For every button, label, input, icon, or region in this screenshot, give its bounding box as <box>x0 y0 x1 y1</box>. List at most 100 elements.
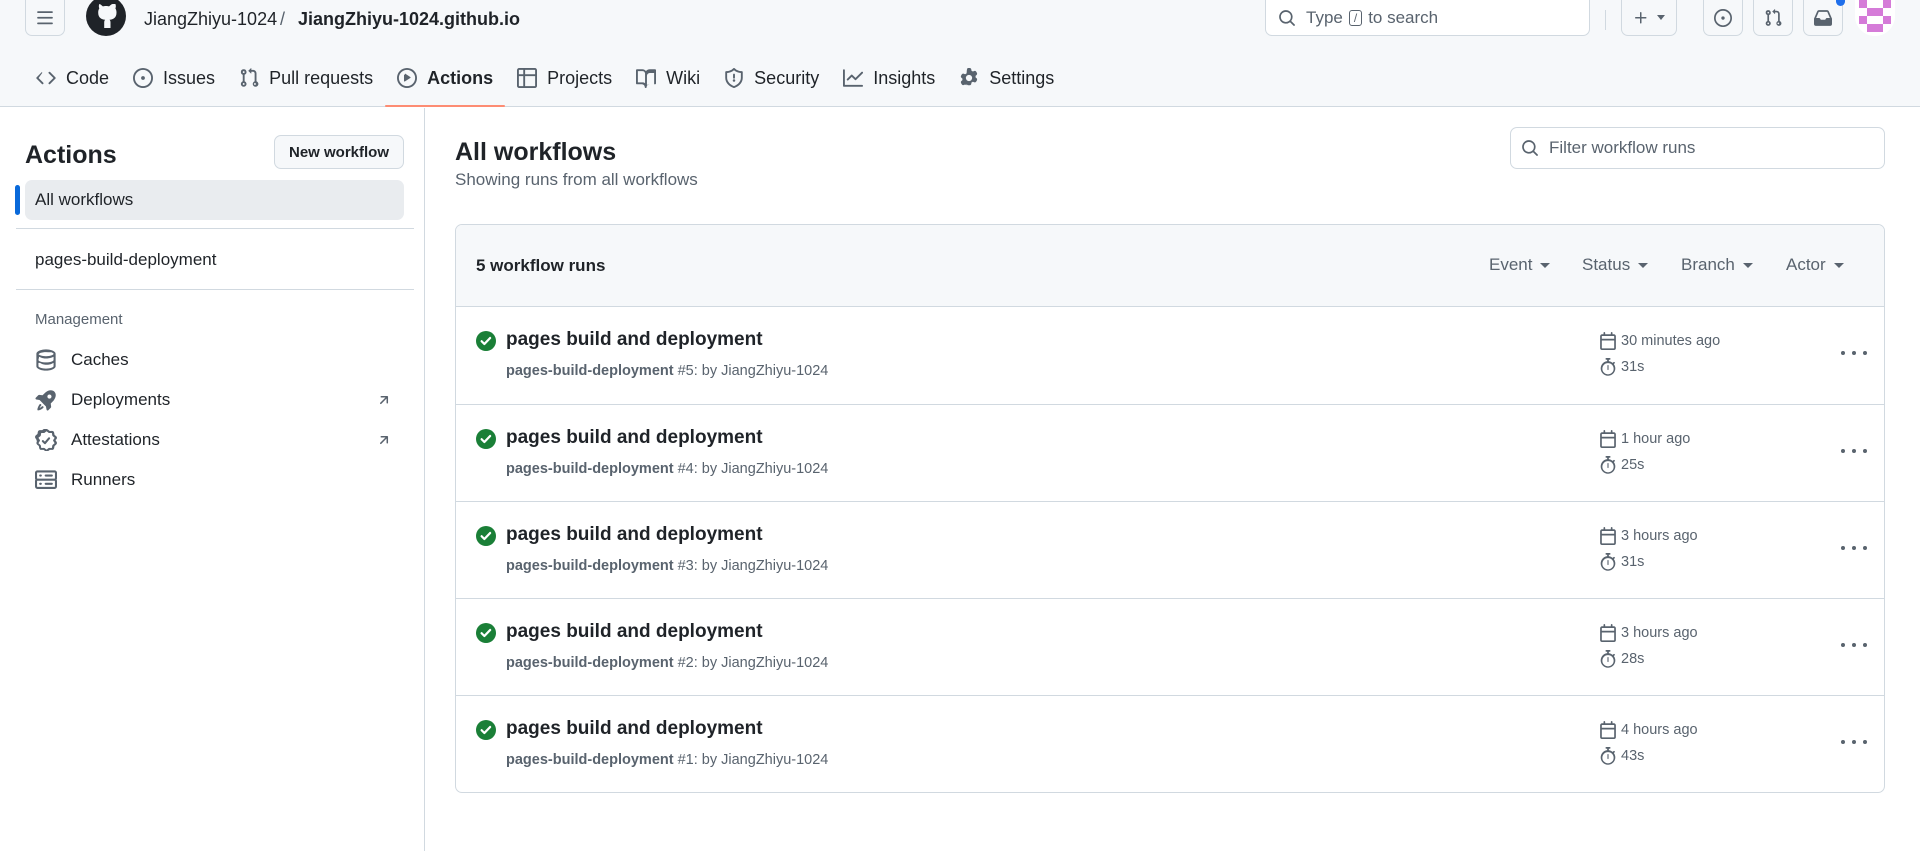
run-actor: : by JiangZhiyu-1024 <box>693 558 829 574</box>
avatar[interactable] <box>1855 0 1895 36</box>
sidebar-item-deployments[interactable]: Deployments <box>25 380 404 420</box>
check-circle-icon <box>476 429 496 449</box>
dropdown-label: Status <box>1582 255 1631 274</box>
repo-nav: Code Issues Pull requests Actions Projec… <box>24 60 1066 108</box>
table-row[interactable]: pages build and deployment pages-build-d… <box>456 695 1884 792</box>
tab-code[interactable]: Code <box>24 60 121 96</box>
table-row[interactable]: pages build and deployment pages-build-d… <box>456 404 1884 501</box>
tab-wiki[interactable]: Wiki <box>624 60 712 96</box>
calendar-icon <box>1600 430 1616 448</box>
run-meta: pages-build-deployment #2: by JiangZhiyu… <box>506 655 828 671</box>
dropdown-label: Event <box>1489 255 1533 274</box>
run-meta: pages-build-deployment #1: by JiangZhiyu… <box>506 752 828 768</box>
run-title[interactable]: pages build and deployment <box>506 329 763 351</box>
filter-workflow-runs-input[interactable]: Filter workflow runs <box>1510 127 1885 169</box>
table-row[interactable]: pages build and deployment pages-build-d… <box>456 307 1884 404</box>
run-number: #5 <box>677 363 694 379</box>
sidebar-item-runners[interactable]: Runners <box>25 460 404 500</box>
check-circle-icon <box>476 623 496 643</box>
run-duration-label: 28s <box>1621 651 1645 667</box>
stopwatch-icon <box>1600 553 1616 571</box>
run-title[interactable]: pages build and deployment <box>506 621 763 643</box>
event-filter-dropdown[interactable]: Event <box>1489 255 1551 275</box>
pull-requests-button[interactable] <box>1753 0 1793 36</box>
book-icon <box>636 69 657 88</box>
check-circle-icon <box>476 331 496 351</box>
stopwatch-icon <box>1600 650 1616 668</box>
tab-security[interactable]: Security <box>712 60 831 96</box>
pull-request-icon <box>1765 8 1782 26</box>
check-circle-icon <box>476 720 496 740</box>
kebab-menu-icon[interactable] <box>1841 441 1867 461</box>
sidebar-item-label: Caches <box>71 350 129 369</box>
tab-insights[interactable]: Insights <box>831 60 947 96</box>
kebab-menu-icon[interactable] <box>1841 732 1867 752</box>
shield-icon <box>725 68 743 88</box>
menu-button[interactable] <box>25 0 65 36</box>
table-row[interactable]: pages build and deployment pages-build-d… <box>456 598 1884 695</box>
run-meta: pages-build-deployment #5: by JiangZhiyu… <box>506 363 828 379</box>
run-number: #1 <box>677 752 694 768</box>
calendar-icon <box>1600 721 1616 739</box>
run-title[interactable]: pages build and deployment <box>506 718 763 740</box>
tab-pull-requests[interactable]: Pull requests <box>227 60 385 96</box>
kebab-menu-icon[interactable] <box>1841 538 1867 558</box>
run-actor: : by JiangZhiyu-1024 <box>693 363 829 379</box>
run-workflow-name: pages-build-deployment <box>506 363 674 379</box>
run-title[interactable]: pages build and deployment <box>506 524 763 546</box>
issues-button[interactable] <box>1703 0 1743 36</box>
run-number: #2 <box>677 655 694 671</box>
run-time: 1 hour ago <box>1599 430 1690 448</box>
sidebar-item-caches[interactable]: Caches <box>25 340 404 380</box>
table-row[interactable]: pages build and deployment pages-build-d… <box>456 501 1884 598</box>
run-workflow-name: pages-build-deployment <box>506 461 674 477</box>
run-duration-label: 43s <box>1621 748 1645 764</box>
pull-request-icon <box>240 68 259 87</box>
code-icon <box>36 71 56 85</box>
tab-label: Wiki <box>666 67 701 88</box>
create-new-button[interactable] <box>1621 0 1677 36</box>
kebab-menu-icon[interactable] <box>1841 343 1867 363</box>
breadcrumb-owner[interactable]: JiangZhiyu-1024 <box>144 8 277 30</box>
header-divider <box>1605 10 1606 30</box>
breadcrumb-repo[interactable]: JiangZhiyu-1024.github.io <box>298 8 520 30</box>
sidebar-item-all-workflows[interactable]: All workflows <box>15 180 404 220</box>
actor-filter-dropdown[interactable]: Actor <box>1786 255 1844 275</box>
branch-filter-dropdown[interactable]: Branch <box>1681 255 1753 275</box>
run-duration: 31s <box>1599 553 1644 571</box>
tab-label: Code <box>66 67 110 88</box>
tab-settings[interactable]: Settings <box>947 60 1066 96</box>
run-actor: : by JiangZhiyu-1024 <box>693 461 829 477</box>
tab-issues[interactable]: Issues <box>121 60 227 96</box>
chevron-down-icon <box>1638 262 1649 268</box>
run-title[interactable]: pages build and deployment <box>506 427 763 449</box>
run-time-label: 1 hour ago <box>1621 431 1691 447</box>
sidebar-item-pages-build-deployment[interactable]: pages-build-deployment <box>25 240 404 280</box>
tab-projects[interactable]: Projects <box>505 60 624 96</box>
sidebar-item-attestations[interactable]: Attestations <box>25 420 404 460</box>
page-subtitle: Showing runs from all workflows <box>455 170 698 189</box>
stopwatch-icon <box>1600 747 1616 765</box>
status-filter-dropdown[interactable]: Status <box>1582 255 1649 275</box>
table-icon <box>517 68 538 88</box>
run-time-label: 3 hours ago <box>1621 625 1698 641</box>
global-search[interactable]: Type / to search <box>1265 0 1590 36</box>
run-meta: pages-build-deployment #4: by JiangZhiyu… <box>506 461 828 477</box>
tab-label: Projects <box>547 67 613 88</box>
tab-actions[interactable]: Actions <box>385 60 506 107</box>
inbox-button[interactable] <box>1803 0 1843 36</box>
github-logo-icon[interactable] <box>86 0 126 36</box>
run-duration-label: 31s <box>1621 554 1645 570</box>
server-icon <box>35 470 57 489</box>
sidebar-item-label: Runners <box>71 470 136 489</box>
kebab-menu-icon[interactable] <box>1841 635 1867 655</box>
search-icon <box>1279 9 1295 26</box>
new-workflow-button[interactable]: New workflow <box>274 135 404 169</box>
tab-label: Issues <box>163 67 216 88</box>
plus-icon <box>1635 11 1647 23</box>
chevron-down-icon <box>1657 15 1665 20</box>
run-workflow-name: pages-build-deployment <box>506 558 674 574</box>
actions-sidebar: Actions New workflow All workflows pages… <box>0 108 425 851</box>
run-duration-label: 31s <box>1621 359 1645 375</box>
run-number: #4 <box>677 461 694 477</box>
